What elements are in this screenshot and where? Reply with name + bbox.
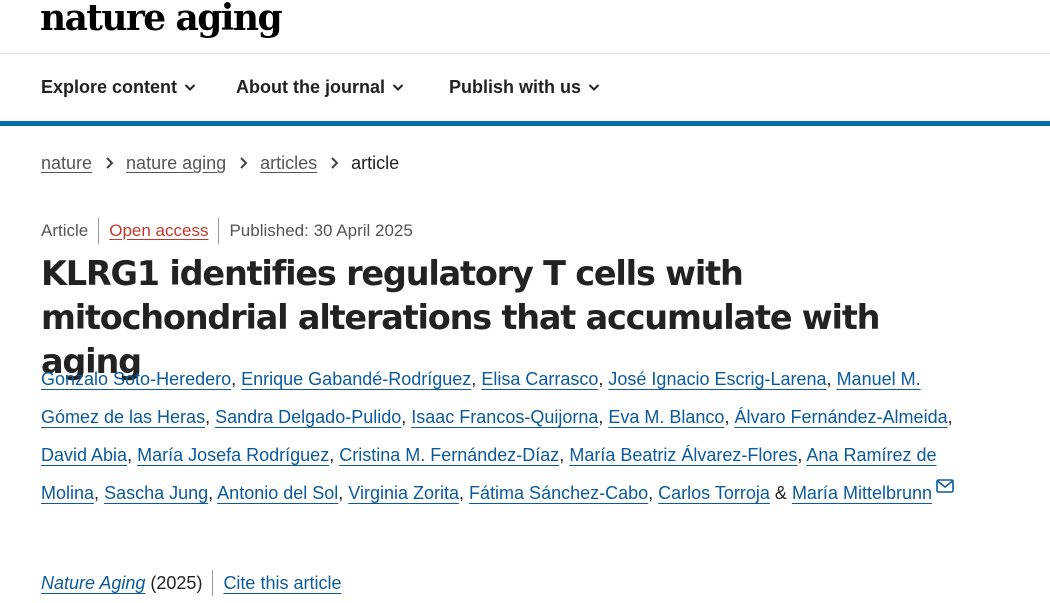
author-link[interactable]: Carlos Torroja <box>658 483 770 503</box>
author-link[interactable]: María Josefa Rodríguez <box>137 445 329 465</box>
chevron-down-icon <box>392 84 404 91</box>
envelope-icon[interactable] <box>936 479 954 493</box>
nav-label: About the journal <box>236 77 385 97</box>
meta-divider <box>98 218 100 244</box>
author-separator: , <box>598 369 604 389</box>
journal-logo[interactable]: nature aging <box>40 0 283 38</box>
meta-divider <box>218 218 220 244</box>
author-link[interactable]: José Ignacio Escrig-Larena <box>608 369 826 389</box>
chevron-right-icon <box>106 157 114 169</box>
author-separator: , <box>127 445 133 465</box>
site-header: nature aging <box>0 0 1050 54</box>
chevron-right-icon <box>240 157 248 169</box>
author-link[interactable]: Virginia Zorita <box>348 483 459 503</box>
author-separator: , <box>208 483 214 503</box>
journal-link[interactable]: Nature Aging <box>41 570 145 596</box>
author-separator: , <box>724 407 730 427</box>
chevron-down-icon <box>588 84 600 91</box>
author-separator: , <box>559 445 565 465</box>
author-separator: , <box>338 483 344 503</box>
breadcrumb-current: article <box>351 153 400 173</box>
chevron-right-icon <box>331 157 339 169</box>
author-separator: , <box>947 407 953 427</box>
chevron-down-icon <box>184 84 196 91</box>
author-separator: , <box>648 483 654 503</box>
nav-label: Publish with us <box>449 77 582 97</box>
published-date: Published: 30 April 2025 <box>229 221 413 240</box>
breadcrumb-articles[interactable]: articles <box>260 151 317 175</box>
author-separator: , <box>205 407 211 427</box>
article-meta: Article Open access Published: 30 April … <box>41 218 413 244</box>
author-link[interactable]: Cristina M. Fernández-Díaz <box>339 445 559 465</box>
author-separator: , <box>231 369 237 389</box>
cite-this-article-link[interactable]: Cite this article <box>223 570 341 596</box>
author-link[interactable]: Sandra Delgado-Pulido <box>215 407 401 427</box>
main-nav: Explore content About the journal Publis… <box>0 54 1050 121</box>
nav-publish-with-us[interactable]: Publish with us <box>449 76 601 98</box>
author-separator: , <box>329 445 335 465</box>
author-list: Gonzalo Soto-Heredero, Enrique Gabandé-R… <box>41 360 961 512</box>
author-link[interactable]: Fátima Sánchez-Cabo <box>469 483 648 503</box>
citation-year: (2025) <box>150 573 203 593</box>
author-link[interactable]: Eva M. Blanco <box>608 407 724 427</box>
breadcrumb-nature-aging[interactable]: nature aging <box>126 151 226 175</box>
citation-line: Nature Aging (2025) Cite this article <box>41 570 341 596</box>
author-link[interactable]: María Beatriz Álvarez-Flores <box>569 445 797 465</box>
nav-about-journal[interactable]: About the journal <box>236 76 405 98</box>
author-separator: , <box>94 483 100 503</box>
author-link[interactable]: Enrique Gabandé-Rodríguez <box>241 369 471 389</box>
nav-explore-content[interactable]: Explore content <box>41 76 197 98</box>
author-link[interactable]: Antonio del Sol <box>217 483 338 503</box>
citation-divider <box>212 570 214 596</box>
article-type: Article <box>41 221 89 240</box>
breadcrumb-nature[interactable]: nature <box>41 151 92 175</box>
author-link[interactable]: David Abia <box>41 445 127 465</box>
author-link[interactable]: Elisa Carrasco <box>481 369 598 389</box>
accent-bar <box>0 121 1050 126</box>
breadcrumb: nature nature aging articles article <box>41 151 399 175</box>
author-link[interactable]: Isaac Francos-Quijorna <box>411 407 598 427</box>
author-separator: , <box>471 369 477 389</box>
nav-label: Explore content <box>41 77 178 97</box>
author-link[interactable]: Álvaro Fernández-Almeida <box>734 407 947 427</box>
author-separator: , <box>797 445 803 465</box>
author-conjunction: & <box>774 483 787 503</box>
author-link[interactable]: Gonzalo Soto-Heredero <box>41 369 231 389</box>
author-link[interactable]: Sascha Jung <box>104 483 208 503</box>
author-separator: , <box>598 407 604 427</box>
author-separator: , <box>826 369 832 389</box>
author-link[interactable]: María Mittelbrunn <box>792 483 932 503</box>
author-separator: , <box>459 483 465 503</box>
open-access-link[interactable]: Open access <box>109 219 208 243</box>
author-separator: , <box>401 407 407 427</box>
